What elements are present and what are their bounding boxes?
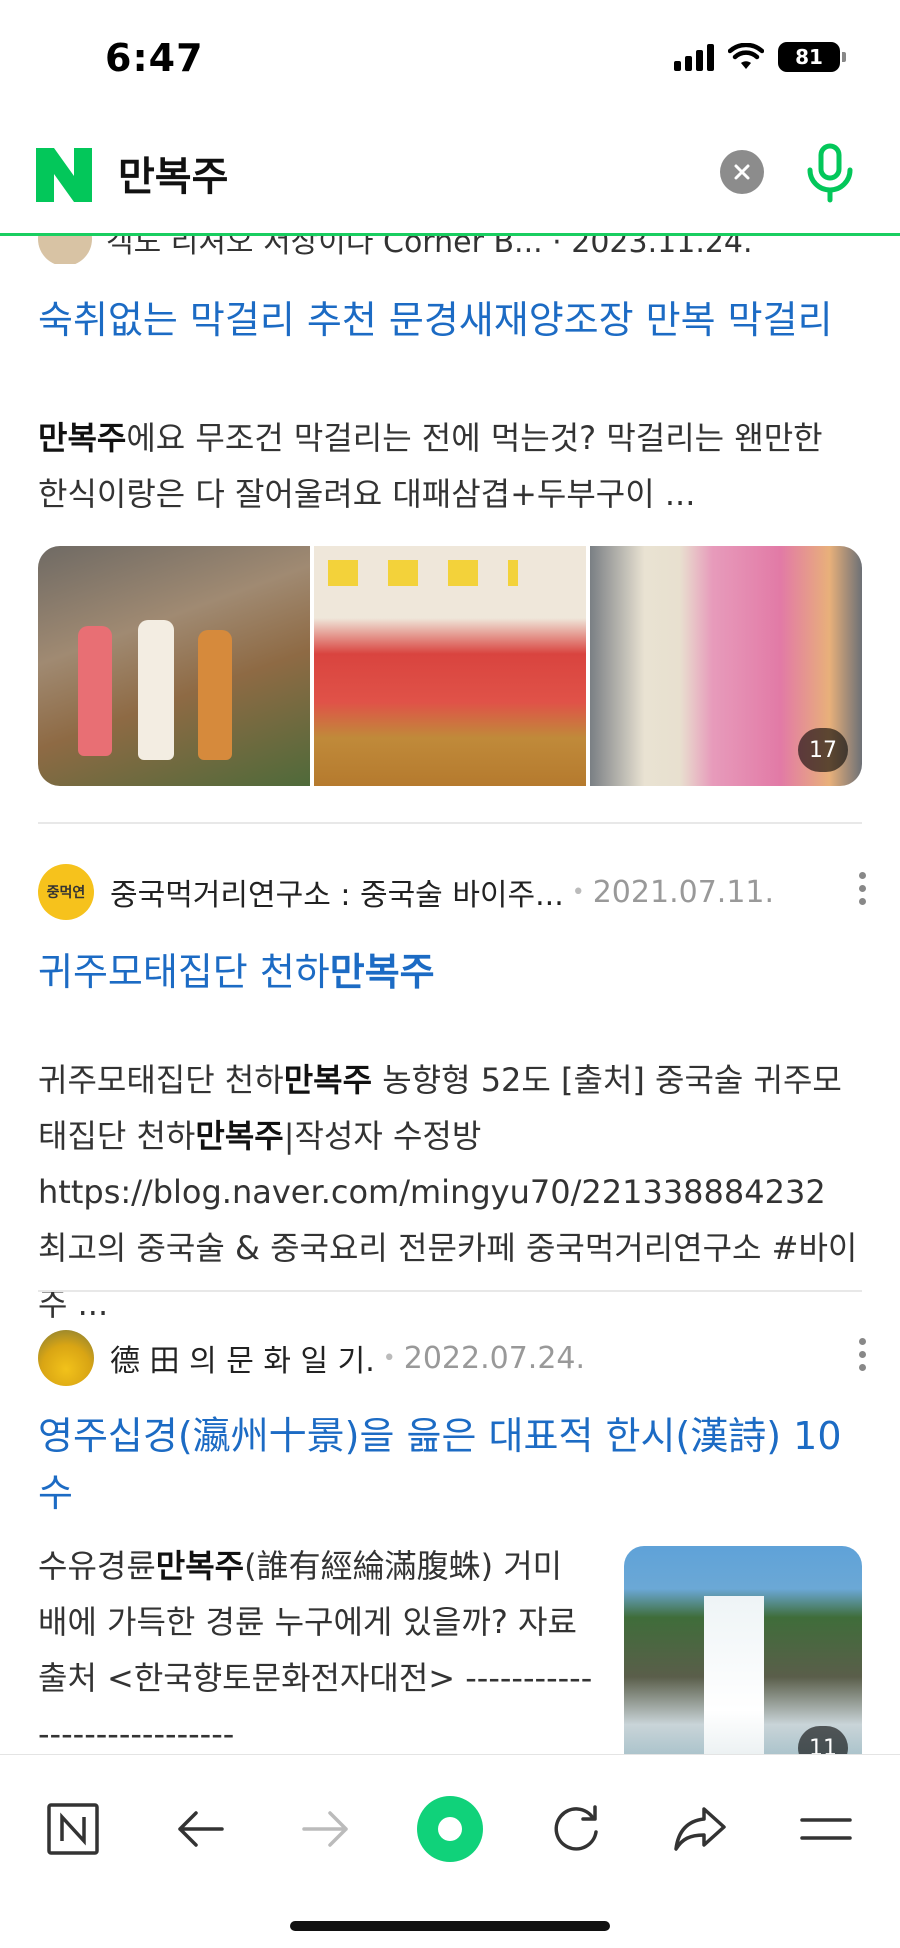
source-name: 중국먹거리연구소 : 중국술 바이주... xyxy=(110,878,564,913)
refresh-icon xyxy=(554,1805,598,1851)
naver-home-button[interactable] xyxy=(37,1793,109,1865)
post-date: 2021.07.11. xyxy=(592,874,775,910)
snippet-text: 귀주모태집단 천하 xyxy=(38,1061,284,1099)
result-3: 영주십경(瀛州十景)을 읊은 대표적 한시(漢詩) 10수 xyxy=(38,1408,862,1522)
result-1-snippet[interactable]: 만복주에요 무조건 막걸리는 전에 먹는것? 막걸리는 왠만한 한식이랑은 다 … xyxy=(38,410,862,522)
more-options-icon[interactable] xyxy=(856,1338,868,1371)
menu-icon xyxy=(800,1818,852,1840)
source-line: 객도 리셔오 서상이다 Corner B... · 2023.11.24. xyxy=(106,236,753,260)
avatar-label: 중먹연 xyxy=(46,885,86,901)
source-avatar: 중먹연 xyxy=(38,864,94,920)
result-3-title[interactable]: 영주십경(瀛州十景)을 읊은 대표적 한시(漢詩) 10수 xyxy=(38,1408,862,1522)
image-count-badge: 17 xyxy=(798,728,848,772)
cellular-signal-icon xyxy=(674,43,714,71)
search-results: 객도 리셔오 서상이다 Corner B... · 2023.11.24. 숙취… xyxy=(0,236,900,1754)
result-3-source[interactable]: 德 田 의 문 화 일 기. • 2022.07.24. xyxy=(38,1330,868,1386)
forward-arrow-icon xyxy=(302,1811,348,1847)
snippet-highlight: 만복주 xyxy=(283,1061,373,1099)
microphone-icon[interactable] xyxy=(800,142,860,204)
result-2-title[interactable]: 귀주모태집단 천하만복주 xyxy=(38,944,862,1001)
image-count-badge: 11 xyxy=(798,1726,848,1754)
source-name: 德 田 의 문 화 일 기. xyxy=(110,1344,375,1379)
status-icons: 81 xyxy=(674,42,846,72)
status-time: 6:47 xyxy=(105,36,204,80)
wifi-icon xyxy=(728,43,764,69)
snippet-highlight: 만복주 xyxy=(38,419,127,457)
result-divider xyxy=(38,822,862,824)
back-button[interactable] xyxy=(164,1793,236,1865)
title-text: 귀주모태집단 천하 xyxy=(38,950,330,994)
snippet-text: 에요 무조건 막걸리는 전에 먹는것? 막걸리는 왠만한 한식이랑은 다 잘어울… xyxy=(38,419,823,513)
result-image-2[interactable] xyxy=(314,546,586,786)
snippet-text: 수유경륜 xyxy=(38,1547,156,1585)
result-source-partial: 객도 리셔오 서상이다 Corner B... · 2023.11.24. xyxy=(38,236,868,264)
snippet-highlight: 만복주 xyxy=(195,1117,284,1155)
home-indicator[interactable] xyxy=(290,1921,610,1931)
bottom-toolbar xyxy=(0,1754,900,1948)
forward-button[interactable] xyxy=(290,1793,362,1865)
result-image-1[interactable] xyxy=(38,546,310,786)
naver-home-icon xyxy=(47,1803,99,1855)
post-date: 2022.07.24. xyxy=(403,1340,586,1376)
more-options-icon[interactable] xyxy=(856,872,868,905)
green-dot-icon xyxy=(417,1796,483,1862)
result-1-title[interactable]: 숙취없는 막걸리 추천 문경새재양조장 만복 막걸리 xyxy=(38,292,862,349)
result-3-snippet[interactable]: 수유경륜만복주(誰有經綸滿腹蛛) 거미 배에 가득한 경륜 누구에게 있을까? … xyxy=(38,1538,598,1754)
result-divider xyxy=(38,1290,862,1292)
share-icon xyxy=(674,1807,726,1851)
title-highlight: 만복주 xyxy=(329,950,435,994)
separator-dot: • xyxy=(571,879,585,905)
result-2-source[interactable]: 중먹연 중국먹거리연구소 : 중국술 바이주... • 2021.07.11. xyxy=(38,864,868,920)
clear-icon xyxy=(734,164,750,180)
result-2: 귀주모태집단 천하만복주 xyxy=(38,944,862,1001)
result-3-thumbnail[interactable]: 11 xyxy=(624,1546,862,1754)
share-button[interactable] xyxy=(664,1793,736,1865)
menu-button[interactable] xyxy=(790,1793,862,1865)
green-dot-button[interactable] xyxy=(414,1793,486,1865)
refresh-button[interactable] xyxy=(540,1793,612,1865)
snippet-highlight: 만복주 xyxy=(155,1547,245,1585)
result-image-3[interactable]: 17 xyxy=(590,546,862,786)
status-bar: 6:47 81 xyxy=(0,0,900,120)
avatar xyxy=(38,236,92,264)
result-1-image-strip[interactable]: 17 xyxy=(38,546,862,786)
search-input[interactable]: 만복주 xyxy=(118,144,228,202)
result-1: 숙취없는 막걸리 추천 문경새재양조장 만복 막걸리 xyxy=(38,292,862,349)
battery-icon: 81 xyxy=(778,42,846,72)
search-bar: 만복주 xyxy=(0,120,900,236)
source-avatar xyxy=(38,1330,94,1386)
clear-search-button[interactable] xyxy=(720,150,764,194)
naver-n-icon[interactable] xyxy=(36,148,92,202)
back-arrow-icon xyxy=(178,1811,224,1847)
separator-dot: • xyxy=(382,1345,396,1371)
